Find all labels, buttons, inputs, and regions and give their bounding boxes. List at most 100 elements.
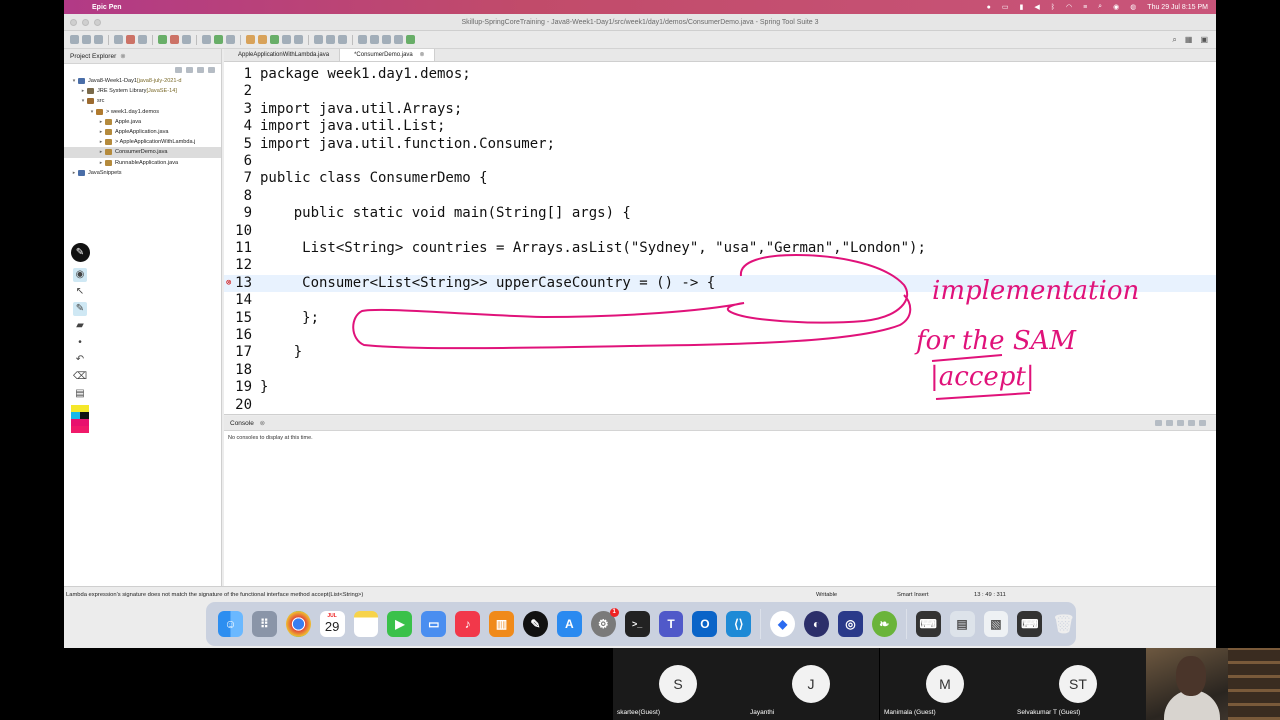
tree-item[interactable]: ▸ JRE System Library [JavaSE-14] (64, 86, 221, 96)
pin-editor-icon[interactable] (406, 35, 415, 44)
run-icon[interactable] (214, 35, 223, 44)
undo-icon[interactable]: ↶ (73, 353, 87, 367)
collapsed-arrow-icon[interactable]: ▸ (97, 127, 105, 137)
editor-tab-active[interactable]: *ConsumerDemo.java ⊗ (340, 49, 436, 61)
terminal-icon[interactable]: >_ (624, 611, 650, 637)
collapsed-arrow-icon[interactable]: ▸ (97, 137, 105, 147)
tree-item[interactable]: ▸ Apple.java (64, 117, 221, 127)
server-icon[interactable] (182, 35, 191, 44)
epic-pen-logo-icon[interactable]: ✎ (70, 243, 90, 262)
status-icon[interactable]: ● (987, 4, 991, 11)
terminal-icon[interactable] (114, 35, 123, 44)
tree-item[interactable]: ▸ JavaSnippets (64, 168, 221, 178)
wifi-icon[interactable]: ◠ (1066, 3, 1072, 11)
books-icon[interactable]: ▥ (489, 611, 515, 637)
close-tab-icon[interactable]: ⊗ (419, 52, 424, 58)
collapsed-arrow-icon[interactable]: ▸ (97, 158, 105, 168)
expanded-arrow-icon[interactable]: ▾ (88, 107, 96, 117)
code-line[interactable]: public class ConsumerDemo { (260, 170, 488, 186)
tree-item[interactable]: ▸ AppleApplication.java (64, 127, 221, 137)
collapsed-arrow-icon[interactable]: ▸ (79, 86, 87, 96)
siri-icon[interactable]: ◍ (1130, 3, 1136, 11)
cursor-icon[interactable]: ↖ (73, 285, 87, 299)
debug-icon[interactable] (202, 35, 211, 44)
zoom-icon[interactable]: ◆ (770, 611, 796, 637)
screenshot-window-icon[interactable]: ▤ (949, 611, 975, 637)
open-type-icon[interactable] (282, 35, 291, 44)
control-center-icon[interactable]: ≡ (1083, 4, 1087, 11)
save-all-icon[interactable] (94, 35, 103, 44)
keyboard-window-2-icon[interactable]: ⌨ (1017, 611, 1043, 637)
tree-item[interactable]: ▾ > week1.day1.demos (64, 107, 221, 117)
clipboard-icon[interactable]: ▤ (73, 387, 87, 401)
open-perspective-icon[interactable]: ▦ (1185, 35, 1193, 45)
code-line[interactable]: List<String> countries = Arrays.asList("… (260, 240, 926, 256)
display-icon[interactable]: ▭ (1002, 3, 1009, 11)
tree-item[interactable]: ▸ > AppleApplicationWithLambda.j (64, 137, 221, 147)
color-swatch-magenta[interactable] (71, 419, 89, 426)
code-line[interactable]: import java.util.List; (260, 118, 445, 134)
brush-size-icon[interactable]: • (73, 336, 87, 350)
trash-icon[interactable]: ⌫ (73, 370, 87, 384)
pen-icon[interactable]: ✎ (73, 302, 87, 316)
calendar-icon[interactable]: JUL 29 (319, 611, 345, 637)
keyboard-window-icon[interactable]: ⌨ (915, 611, 941, 637)
project-explorer-tab[interactable]: Project Explorer (70, 49, 116, 63)
chrome-icon[interactable] (285, 611, 311, 637)
clock[interactable]: Thu 29 Jul 8:15 PM (1147, 4, 1208, 11)
battery-icon[interactable]: ▮ (1020, 3, 1024, 11)
block-selection-icon[interactable] (338, 35, 347, 44)
eye-icon[interactable]: ◉ (73, 268, 87, 282)
volume-icon[interactable]: ◀ (1034, 3, 1039, 11)
color-swatch-pink[interactable] (71, 426, 89, 433)
tree-item[interactable]: ▸ ConsumerDemo.java (64, 147, 221, 158)
keynote-icon[interactable]: ▭ (421, 611, 447, 637)
code-line[interactable]: } (260, 379, 268, 395)
color-swatch-cyan-black[interactable] (71, 412, 89, 419)
link-editor-icon[interactable] (186, 67, 193, 73)
forward-icon[interactable] (394, 35, 403, 44)
quick-access-search-icon[interactable]: ⌕ (1172, 35, 1176, 45)
minimize-window-button[interactable] (82, 19, 89, 26)
close-icon[interactable]: ⊗ (260, 420, 265, 427)
app-store-icon[interactable]: A (556, 611, 582, 637)
collapsed-arrow-icon[interactable]: ▸ (97, 117, 105, 127)
next-annotation-icon[interactable] (358, 35, 367, 44)
java-perspective-icon[interactable]: ▣ (1200, 35, 1208, 45)
show-whitespace-icon[interactable] (326, 35, 335, 44)
notes-icon[interactable] (353, 611, 379, 637)
code-line[interactable]: Consumer<List<String>> upperCaseCountry … (260, 275, 715, 291)
clear-console-icon[interactable] (1155, 420, 1162, 426)
outlook-icon[interactable]: O (692, 611, 718, 637)
user-icon[interactable]: ◉ (1113, 3, 1119, 11)
code-line[interactable]: } (260, 344, 302, 360)
stylus-icon[interactable]: ◎ (837, 611, 863, 637)
back-icon[interactable] (382, 35, 391, 44)
bluetooth-icon[interactable]: ᛒ (1051, 4, 1055, 11)
spring-icon[interactable]: ❧ (871, 611, 897, 637)
system-preferences-icon[interactable]: ⚙ 1 (590, 608, 619, 637)
previous-annotation-icon[interactable] (370, 35, 379, 44)
image-window-icon[interactable]: ▧ (983, 611, 1009, 637)
eclipse-icon[interactable]: ◐ (804, 611, 829, 637)
new-package-icon[interactable] (258, 35, 267, 44)
active-app-name[interactable]: Epic Pen (92, 4, 122, 11)
save-icon[interactable] (82, 35, 91, 44)
finder-icon[interactable]: ☺ (218, 611, 243, 637)
teams-icon[interactable]: T (658, 611, 684, 637)
collapsed-arrow-icon[interactable]: ▸ (97, 147, 105, 157)
close-icon[interactable]: ⊗ (120, 49, 125, 63)
color-swatch-yellow[interactable] (71, 405, 89, 412)
code-line[interactable]: }; (260, 310, 319, 326)
tree-item[interactable]: ▾ Java8-Week1-Day1 [java8-july-2021-d (64, 76, 221, 86)
relaunch-icon[interactable] (170, 35, 179, 44)
console-tab[interactable]: Console (230, 420, 254, 427)
search-icon[interactable]: ⌕ (1098, 3, 1102, 11)
expanded-arrow-icon[interactable]: ▾ (70, 76, 78, 86)
collapsed-arrow-icon[interactable]: ▸ (70, 168, 78, 178)
new-class-icon[interactable] (270, 35, 279, 44)
search-toolbar-icon[interactable] (294, 35, 303, 44)
collapse-all-icon[interactable] (175, 67, 182, 73)
new-java-project-icon[interactable] (246, 35, 255, 44)
editor-tab[interactable]: AppleApplicationWithLambda.java (224, 49, 341, 61)
